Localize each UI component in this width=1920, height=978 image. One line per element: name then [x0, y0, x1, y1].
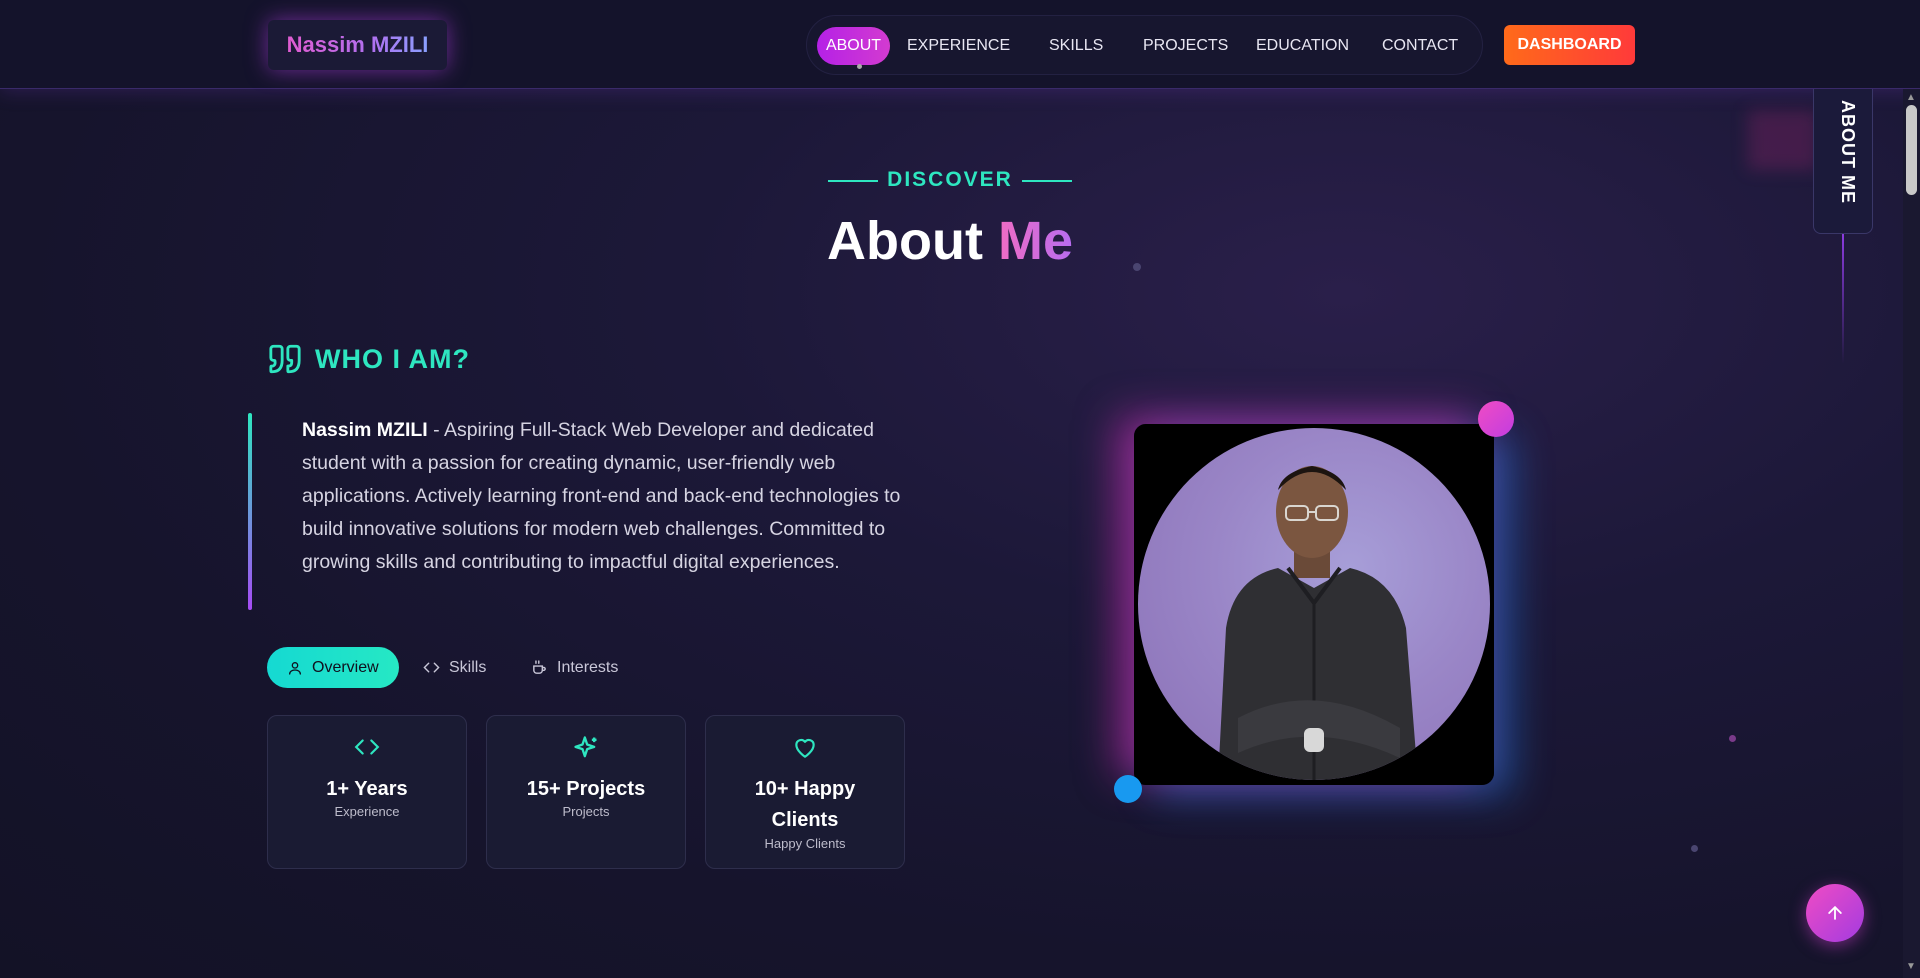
stat-card-experience: 1+ Years Experience: [267, 715, 467, 869]
dashboard-button[interactable]: DASHBOARD: [1504, 25, 1635, 65]
tab-interests[interactable]: Interests: [531, 647, 618, 688]
bio-accent-bar: [248, 413, 252, 610]
title-main: About: [827, 211, 983, 271]
tab-skills-label: Skills: [449, 658, 487, 676]
decorative-glow: [1748, 110, 1818, 170]
decorative-blue-dot: [1114, 775, 1142, 803]
tab-overview-label: Overview: [312, 658, 379, 676]
coffee-icon: [533, 660, 546, 674]
heart-icon: [795, 738, 815, 758]
main-nav: ABOUT EXPERIENCE SKILLS PROJECTS EDUCATI…: [806, 15, 1483, 75]
top-navbar: Nassim MZILI ABOUT EXPERIENCE SKILLS PRO…: [0, 0, 1920, 89]
decorative-dot: [1729, 735, 1736, 742]
title-accent: Me: [997, 211, 1073, 271]
scrollbar-thumb[interactable]: [1906, 105, 1917, 195]
user-icon: [289, 661, 301, 675]
tab-overview[interactable]: Overview: [267, 647, 399, 688]
code-icon: [354, 739, 380, 755]
quote-icon: [269, 344, 301, 374]
stat-card-clients: 10+ Happy Clients Happy Clients: [705, 715, 905, 869]
active-nav-indicator: [857, 64, 862, 69]
stat-value: 1+ Years: [326, 778, 408, 800]
section-title: About Me: [760, 210, 1140, 280]
stat-label: Projects: [562, 804, 610, 819]
nav-about[interactable]: ABOUT: [817, 27, 890, 65]
scroll-down-arrow-icon[interactable]: ▼: [1906, 961, 1916, 972]
bio-text: - Aspiring Full-Stack Web Developer and …: [302, 419, 901, 573]
profile-photo: [1138, 428, 1490, 780]
side-progress-line: [1842, 234, 1844, 364]
stat-card-projects: 15+ Projects Projects: [486, 715, 686, 869]
nav-skills[interactable]: SKILLS: [1049, 27, 1103, 65]
who-heading: WHO I AM?: [315, 344, 470, 374]
stat-label: Experience: [334, 804, 400, 819]
eyebrow-line-right: [1022, 180, 1072, 182]
logo-text: Nassim MZILI: [286, 32, 429, 57]
nav-experience[interactable]: EXPERIENCE: [907, 27, 1010, 65]
nav-projects[interactable]: PROJECTS: [1143, 27, 1228, 65]
decorative-dot: [1691, 845, 1698, 852]
stat-value: 10+ Happy Clients: [754, 778, 856, 831]
tab-skills[interactable]: Skills: [423, 647, 486, 688]
bio-paragraph: Nassim MZILI - Aspiring Full-Stack Web D…: [302, 414, 914, 579]
code-icon: [423, 662, 440, 673]
nav-contact[interactable]: CONTACT: [1382, 27, 1458, 65]
tab-interests-label: Interests: [557, 658, 619, 676]
sparkles-icon: [574, 736, 597, 758]
person-illustration: [1218, 466, 1418, 780]
arrow-up-icon: [1828, 906, 1842, 920]
nav-education[interactable]: EDUCATION: [1256, 27, 1349, 65]
side-tab-label: ABOUT ME: [1838, 100, 1858, 204]
stat-value: 15+ Projects: [526, 778, 646, 800]
decorative-pink-dot: [1478, 401, 1514, 437]
back-to-top-button[interactable]: [1806, 884, 1864, 942]
site-logo[interactable]: Nassim MZILI: [268, 20, 447, 70]
bio-name: Nassim MZILI: [302, 419, 428, 441]
scroll-up-arrow-icon[interactable]: ▲: [1906, 92, 1916, 103]
page-scrollbar[interactable]: [1903, 89, 1920, 978]
stat-label: Happy Clients: [764, 836, 846, 851]
profile-photo-frame: [1134, 424, 1494, 785]
section-eyebrow: DISCOVER: [887, 168, 1013, 191]
